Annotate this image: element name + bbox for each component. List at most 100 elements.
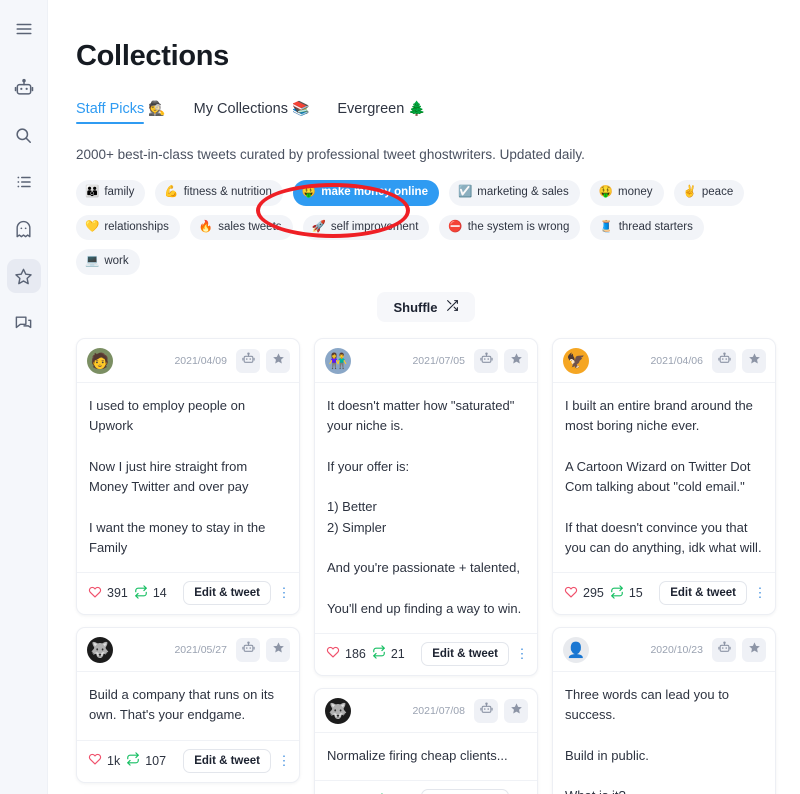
- hamburger-icon: [15, 20, 33, 38]
- tag-pill-make-money-online[interactable]: 🤑 make money online: [292, 180, 439, 206]
- sidebar-item-bot[interactable]: [7, 71, 41, 105]
- favorite-button[interactable]: [742, 349, 766, 374]
- tweet-card[interactable]: 🧑 2021/04/09 I used to employ people on Up…: [76, 338, 300, 616]
- avatar-glyph-icon: 🐺: [90, 642, 110, 660]
- sidebar-item-messages[interactable]: [7, 306, 41, 340]
- shuffle-icon: [446, 299, 459, 315]
- tag-pill-family[interactable]: 👪 family: [76, 180, 146, 206]
- tag-pill-the-system-is-wrong[interactable]: ⛔ the system is wrong: [439, 214, 581, 241]
- card-header: 👫 2021/07/05: [315, 339, 537, 384]
- robot-icon: [241, 352, 255, 370]
- edit-and-tweet-button[interactable]: Edit & tweet: [421, 789, 509, 794]
- more-vertical-icon[interactable]: ⋮: [277, 585, 291, 601]
- tweet-card[interactable]: 🐺 2021/07/08 Normalize firing cheap client…: [314, 687, 538, 794]
- avatar[interactable]: 👫: [325, 348, 351, 375]
- page-title: Collections: [76, 40, 229, 72]
- tab-my-collections[interactable]: My Collections 📚: [194, 100, 310, 124]
- retweet-count: 15: [628, 586, 643, 601]
- tag-emoji-icon: 👪: [85, 186, 100, 198]
- more-vertical-icon[interactable]: ⋮: [515, 646, 529, 662]
- avatar[interactable]: 🧑: [87, 348, 113, 375]
- star-icon: [14, 267, 33, 286]
- generate-bot-button[interactable]: [236, 638, 260, 663]
- like-stat[interactable]: 186: [326, 645, 366, 662]
- like-stat[interactable]: 391: [88, 585, 128, 602]
- avatar[interactable]: 🐺: [87, 637, 113, 664]
- edit-and-tweet-button[interactable]: Edit & tweet: [183, 748, 271, 773]
- tag-pill-marketing-sales[interactable]: ☑️ marketing & sales: [448, 180, 580, 206]
- generate-bot-button[interactable]: [236, 349, 260, 374]
- tag-pill-relationships[interactable]: 💛 relationships: [76, 214, 180, 241]
- tag-emoji-icon: 💪: [164, 186, 179, 198]
- avatar[interactable]: 🦅: [563, 348, 589, 375]
- card-column: 🦅 2021/04/06 I built an entire brand aroun…: [552, 338, 776, 794]
- avatar-glyph-icon: 👫: [328, 353, 348, 371]
- card-footer: 21525Edit & tweet⋮: [315, 781, 537, 794]
- shuffle-label: Shuffle: [393, 299, 438, 315]
- tag-pill-fitness-nutrition[interactable]: 💪 fitness & nutrition: [155, 180, 283, 206]
- tag-pill-label: fitness & nutrition: [183, 186, 272, 198]
- tag-pill-label: thread starters: [618, 220, 693, 233]
- edit-and-tweet-button[interactable]: Edit & tweet: [421, 641, 509, 666]
- tag-pill-label: family: [104, 186, 135, 198]
- card-column: 👫 2021/07/05 It doesn't matter how "satura…: [314, 338, 538, 794]
- edit-and-tweet-button[interactable]: Edit & tweet: [183, 581, 271, 606]
- sidebar-item-lists[interactable]: [7, 165, 41, 199]
- more-vertical-icon[interactable]: ⋮: [753, 585, 767, 601]
- generate-bot-button[interactable]: [474, 349, 498, 374]
- avatar-glyph-icon: 🧑: [90, 353, 110, 371]
- like-stat[interactable]: 1k: [88, 752, 120, 769]
- retweet-stat[interactable]: 107: [126, 752, 166, 769]
- tab-staff-picks[interactable]: Staff Picks 🕵️: [76, 100, 166, 124]
- edit-and-tweet-button[interactable]: Edit & tweet: [659, 581, 747, 606]
- tag-pill-label: sales tweets: [218, 220, 282, 233]
- avatar-glyph-icon: 🐺: [328, 702, 348, 720]
- card-header: 🧑 2021/04/09: [77, 339, 299, 384]
- favorite-button[interactable]: [266, 638, 290, 663]
- retweet-count: 107: [145, 753, 167, 768]
- tweet-date: 2021/07/08: [412, 704, 465, 717]
- generate-bot-button[interactable]: [474, 698, 498, 723]
- card-header: 🦅 2021/04/06: [553, 339, 775, 384]
- tab-evergreen[interactable]: Evergreen 🌲: [337, 100, 425, 124]
- avatar[interactable]: 👤: [563, 637, 589, 664]
- sidebar-item-ghost[interactable]: [7, 212, 41, 246]
- retweet-stat[interactable]: 15: [610, 584, 643, 602]
- card-header: 👤 2020/10/23: [553, 628, 775, 673]
- robot-icon: [479, 702, 493, 720]
- favorite-button[interactable]: [742, 638, 766, 663]
- tag-pill-sales-tweets[interactable]: 🔥 sales tweets: [189, 214, 293, 241]
- retweet-stat[interactable]: 14: [134, 584, 167, 602]
- tag-pill-money[interactable]: 🤑 money: [589, 180, 664, 206]
- sidebar-item-search[interactable]: [7, 118, 41, 152]
- tab-label: Evergreen: [337, 101, 405, 117]
- heart-icon: [326, 645, 340, 662]
- like-stat[interactable]: 295: [564, 585, 604, 602]
- retweet-icon: [126, 752, 140, 769]
- tag-pill-thread-starters[interactable]: 🧵 thread starters: [590, 214, 704, 241]
- more-vertical-icon[interactable]: ⋮: [277, 753, 291, 769]
- retweet-stat[interactable]: 21: [372, 645, 405, 662]
- tweet-date: 2020/10/23: [650, 644, 703, 657]
- like-count: 1k: [107, 753, 121, 768]
- avatar[interactable]: 🐺: [325, 697, 351, 724]
- favorite-button[interactable]: [504, 698, 528, 723]
- retweet-count: 14: [152, 586, 167, 601]
- tag-pill-peace[interactable]: ✌️ peace: [673, 180, 745, 206]
- tweet-card[interactable]: 🐺 2021/05/27 Build a company that runs on …: [76, 627, 300, 783]
- tag-pill-work[interactable]: 💻 work: [76, 249, 140, 276]
- generate-bot-button[interactable]: [712, 349, 736, 374]
- tweet-card[interactable]: 👫 2021/07/05 It doesn't matter how "satura…: [314, 338, 538, 676]
- tweet-card[interactable]: 👤 2020/10/23 Three words can lead you to s…: [552, 627, 776, 794]
- favorite-button[interactable]: [504, 349, 528, 374]
- chat-icon: [14, 314, 33, 333]
- shuffle-button[interactable]: Shuffle: [377, 292, 475, 323]
- favorite-button[interactable]: [266, 349, 290, 374]
- tweet-card[interactable]: 🦅 2021/04/06 I built an entire brand aroun…: [552, 338, 776, 616]
- sidebar-item-menu[interactable]: [7, 12, 41, 46]
- page-subtitle: 2000+ best-in-class tweets curated by pr…: [76, 147, 585, 162]
- avatar-glyph-icon: 👤: [566, 642, 586, 660]
- generate-bot-button[interactable]: [712, 638, 736, 663]
- tag-pill-self-improvement[interactable]: 🚀 self improvement: [302, 214, 430, 241]
- sidebar-item-collections[interactable]: [6, 259, 41, 293]
